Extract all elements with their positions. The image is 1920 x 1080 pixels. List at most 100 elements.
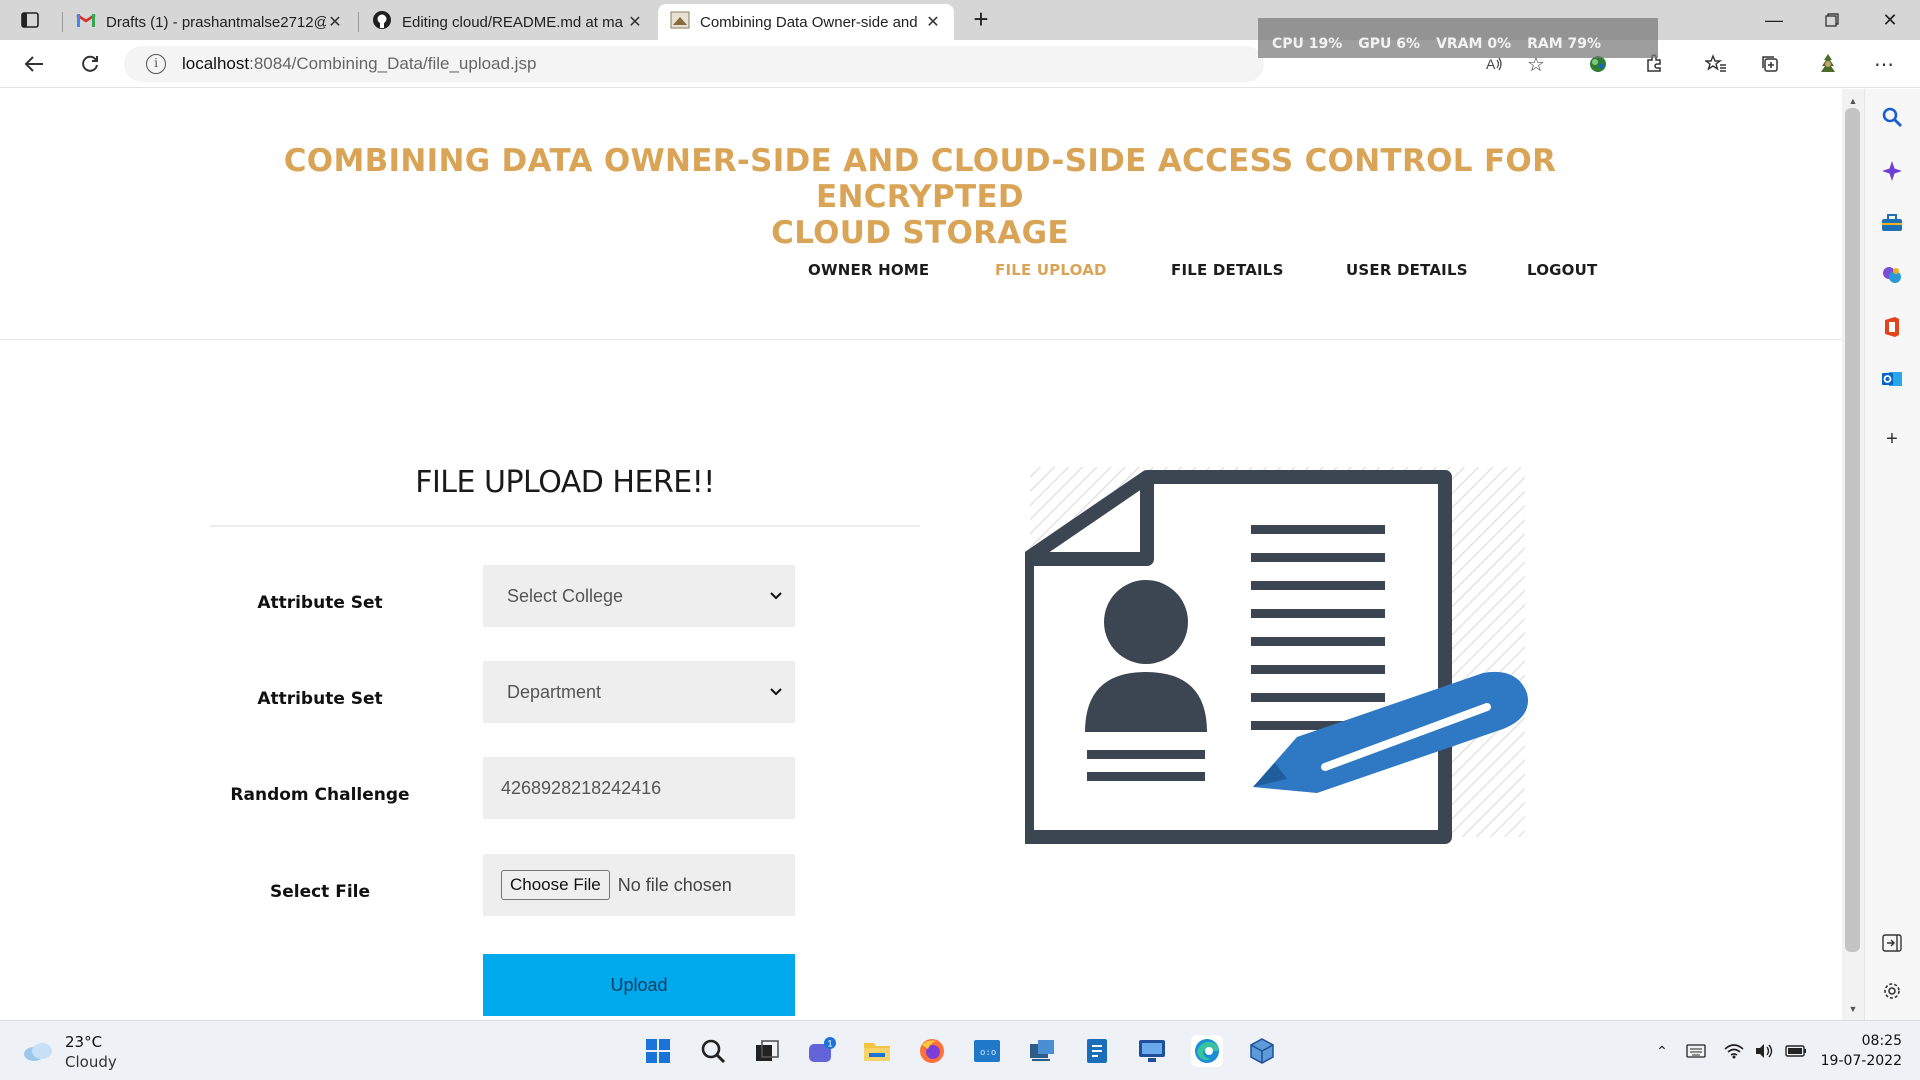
heading-divider xyxy=(210,525,920,527)
weather-temperature[interactable]: 23°C xyxy=(65,1033,102,1051)
close-icon[interactable]: ✕ xyxy=(626,12,644,32)
search-icon[interactable] xyxy=(697,1035,729,1067)
vram-usage: VRAM 0% xyxy=(1436,36,1512,52)
collections-icon[interactable] xyxy=(1754,48,1786,80)
gpu-usage: GPU 6% xyxy=(1358,36,1421,52)
keyboard-icon[interactable] xyxy=(1684,1039,1708,1063)
tools-briefcase-icon[interactable] xyxy=(1877,208,1907,238)
site-title: COMBINING DATA OWNER-SIDE AND CLOUD-SIDE… xyxy=(180,143,1660,251)
profile-avatar[interactable] xyxy=(1812,48,1844,80)
random-challenge-label: Random Challenge xyxy=(230,785,410,805)
search-icon[interactable] xyxy=(1877,102,1907,132)
remote-desktop-icon[interactable] xyxy=(1136,1035,1168,1067)
close-icon[interactable]: ✕ xyxy=(924,12,942,32)
address-host: localhost xyxy=(182,54,250,73)
sparkle-icon[interactable] xyxy=(1877,156,1907,186)
nav-file-upload[interactable]: FILE UPLOAD xyxy=(995,261,1107,279)
header-divider xyxy=(0,339,1842,340)
svg-text:A: A xyxy=(1486,56,1496,72)
random-challenge-value: 4268928218242416 xyxy=(501,777,662,798)
college-select[interactable]: Select College xyxy=(483,565,795,627)
department-select[interactable]: Department xyxy=(483,661,795,723)
github-icon xyxy=(372,10,392,34)
performance-overlay: CPU 19% GPU 6% VRAM 0% RAM 79% xyxy=(1258,18,1658,58)
attribute-set-label: Attribute Set xyxy=(257,689,383,709)
chevron-up-icon[interactable]: ⌃ xyxy=(1650,1039,1674,1063)
restore-icon[interactable] xyxy=(1804,0,1860,40)
nav-file-details[interactable]: FILE DETAILS xyxy=(1171,261,1284,279)
site-title-line-1: COMBINING DATA OWNER-SIDE AND CLOUD-SIDE… xyxy=(283,143,1557,215)
chevron-down-icon xyxy=(770,592,782,600)
file-input[interactable]: Choose File No file chosen xyxy=(483,854,795,916)
clock-time[interactable]: 08:25 xyxy=(1822,1033,1902,1049)
choose-file-button[interactable]: Choose File xyxy=(501,870,610,900)
random-challenge-field[interactable]: 4268928218242416 xyxy=(483,757,795,819)
tab-active-page[interactable]: Combining Data Owner-side and ✕ xyxy=(658,4,954,40)
address-bar[interactable]: i localhost:8084/Combining_Data/file_upl… xyxy=(124,46,1264,82)
svg-text:o:o: o:o xyxy=(980,1048,996,1058)
office-icon[interactable] xyxy=(1877,312,1907,342)
outlook-icon[interactable] xyxy=(1877,364,1907,394)
terminal-app-icon[interactable]: o:o xyxy=(971,1035,1003,1067)
favorites-icon[interactable] xyxy=(1700,48,1732,80)
add-icon[interactable]: + xyxy=(1877,424,1907,454)
college-select-value: Select College xyxy=(507,585,624,606)
scroll-down-icon[interactable]: ▼ xyxy=(1846,1004,1860,1014)
address-url[interactable]: localhost:8084/Combining_Data/file_uploa… xyxy=(182,54,536,74)
wifi-icon[interactable] xyxy=(1722,1039,1746,1063)
ram-usage: RAM 79% xyxy=(1527,36,1602,52)
clock-date[interactable]: 19-07-2022 xyxy=(1812,1053,1902,1069)
task-view-icon[interactable] xyxy=(751,1035,783,1067)
info-icon[interactable]: i xyxy=(146,54,166,74)
hide-sidebar-icon[interactable] xyxy=(1877,928,1907,958)
site-title-line-2: CLOUD STORAGE xyxy=(771,215,1069,251)
windows-start-icon[interactable] xyxy=(642,1035,674,1067)
upload-heading: FILE UPLOAD HERE!! xyxy=(415,465,715,500)
file-explorer-icon[interactable] xyxy=(861,1035,893,1067)
scroll-up-icon[interactable]: ▲ xyxy=(1846,96,1860,106)
windows-taskbar: 23°C Cloudy 1 o:o ⌃ 08:25 19-07-2022 xyxy=(0,1020,1920,1080)
remote-connection-icon[interactable] xyxy=(1026,1035,1058,1067)
nav-owner-home[interactable]: OWNER HOME xyxy=(808,261,929,279)
gmail-icon xyxy=(76,12,96,32)
department-select-value: Department xyxy=(507,681,602,702)
tab-actions-icon[interactable] xyxy=(12,8,48,32)
tab-github[interactable]: Editing cloud/README.md at ma ✕ xyxy=(360,4,656,40)
cloud-weather-icon[interactable] xyxy=(22,1035,54,1067)
tab-title: Combining Data Owner-side and xyxy=(700,13,918,31)
battery-icon[interactable] xyxy=(1784,1039,1808,1063)
chat-badge-count: 1 xyxy=(828,1039,833,1049)
games-icon[interactable] xyxy=(1877,260,1907,290)
virtualbox-icon[interactable] xyxy=(1246,1035,1278,1067)
close-window-icon[interactable]: ✕ xyxy=(1862,0,1918,40)
web-page: COMBINING DATA OWNER-SIDE AND CLOUD-SIDE… xyxy=(0,89,1842,1020)
firefox-icon[interactable] xyxy=(916,1035,948,1067)
minimize-icon[interactable]: — xyxy=(1746,0,1802,40)
nav-logout[interactable]: LOGOUT xyxy=(1527,261,1597,279)
refresh-icon[interactable] xyxy=(74,48,106,80)
settings-gear-icon[interactable] xyxy=(1877,976,1907,1006)
address-path: :8084/Combining_Data/file_upload.jsp xyxy=(249,54,537,73)
nav-user-details[interactable]: USER DETAILS xyxy=(1346,261,1468,279)
back-icon[interactable] xyxy=(18,48,50,80)
chevron-down-icon xyxy=(770,688,782,696)
site-favicon xyxy=(670,11,690,33)
tab-separator xyxy=(62,12,63,32)
chat-icon[interactable]: 1 xyxy=(806,1035,838,1067)
weather-condition[interactable]: Cloudy xyxy=(65,1053,117,1071)
volume-icon[interactable] xyxy=(1752,1039,1776,1063)
tab-title: Editing cloud/README.md at ma xyxy=(402,13,623,31)
new-tab-button[interactable]: + xyxy=(966,6,996,34)
document-edit-illustration xyxy=(1025,467,1528,844)
cpu-usage: CPU 19% xyxy=(1272,36,1343,52)
notes-app-icon[interactable] xyxy=(1081,1035,1113,1067)
scroll-thumb[interactable] xyxy=(1845,108,1860,952)
tab-gmail[interactable]: Drafts (1) - prashantmalse2712@ ✕ xyxy=(64,4,356,40)
select-file-label: Select File xyxy=(269,882,371,902)
close-icon[interactable]: ✕ xyxy=(326,12,344,32)
upload-button[interactable]: Upload xyxy=(483,954,795,1016)
tab-separator xyxy=(358,12,359,32)
more-options-icon[interactable]: ⋯ xyxy=(1868,48,1900,80)
attribute-set-label: Attribute Set xyxy=(257,593,383,613)
edge-browser-icon[interactable] xyxy=(1191,1035,1223,1067)
